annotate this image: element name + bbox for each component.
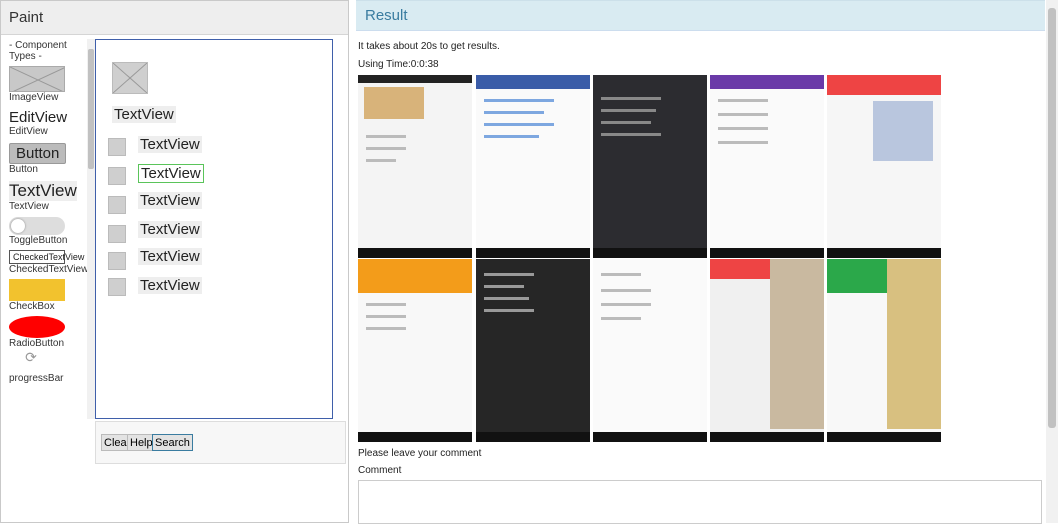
result-screenshot[interactable]: [710, 259, 824, 442]
canvas-textview[interactable]: TextView: [138, 248, 202, 265]
result-screenshot[interactable]: [593, 259, 707, 442]
radiobutton-sample[interactable]: [9, 316, 65, 338]
palette-item-togglebutton[interactable]: ToggleButton: [9, 235, 95, 246]
result-screenshot[interactable]: [476, 75, 590, 258]
tool-bar: Clear Help Search: [95, 421, 346, 464]
result-panel: Result It takes about 20s to get results…: [356, 0, 1045, 524]
progress-spinner-icon[interactable]: ⟳: [9, 349, 53, 373]
paint-panel: Paint - Component Types - ImageView Edit…: [0, 0, 349, 523]
result-screenshot[interactable]: [593, 75, 707, 258]
search-button[interactable]: Search: [152, 434, 193, 451]
canvas-textview[interactable]: TextView: [138, 221, 202, 238]
canvas-image-icon[interactable]: [108, 167, 126, 185]
canvas-image-icon[interactable]: [108, 138, 126, 156]
toggle-sample[interactable]: [9, 217, 65, 235]
result-screenshot[interactable]: [710, 75, 824, 258]
page-scrollbar[interactable]: [1046, 0, 1058, 523]
canvas-image-icon[interactable]: [108, 278, 126, 296]
result-screenshot[interactable]: [827, 75, 941, 258]
button-sample[interactable]: Button: [9, 143, 67, 164]
component-palette[interactable]: - Component Types - ImageView EditView E…: [9, 39, 96, 419]
page-scroll-thumb[interactable]: [1048, 8, 1056, 428]
result-screenshot[interactable]: [358, 75, 472, 258]
imageview-sample-icon[interactable]: [9, 66, 65, 92]
canvas-textview[interactable]: TextView: [138, 277, 202, 294]
textview-sample[interactable]: TextView: [9, 181, 77, 201]
result-screenshot[interactable]: [827, 259, 941, 442]
checkbox-sample[interactable]: [9, 279, 65, 301]
palette-scrollbar[interactable]: [87, 39, 95, 419]
canvas-textview[interactable]: TextView: [112, 106, 176, 123]
canvas-imageview-icon[interactable]: [112, 62, 148, 94]
canvas-image-icon[interactable]: [108, 225, 126, 243]
comment-label: Comment: [358, 465, 402, 476]
palette-group-label: - Component Types -: [9, 40, 67, 62]
editview-sample[interactable]: EditView: [9, 109, 95, 126]
palette-item-progressbar[interactable]: progressBar: [9, 373, 95, 384]
palette-item-button[interactable]: Button: [9, 164, 95, 175]
palette-item-checkedtextview[interactable]: CheckedTextView: [9, 264, 95, 275]
timing-note: It takes about 20s to get results.: [358, 41, 500, 52]
palette-item-imageview[interactable]: ImageView: [9, 92, 95, 103]
comment-prompt: Please leave your comment: [358, 448, 482, 459]
canvas-textview[interactable]: TextView: [138, 136, 202, 153]
palette-item-editview[interactable]: EditView: [9, 126, 95, 137]
palette-item-checkbox[interactable]: CheckBox: [9, 301, 95, 312]
palette-item-textview[interactable]: TextView: [9, 201, 95, 212]
palette-item-radiobutton[interactable]: RadioButton: [9, 338, 95, 349]
canvas-image-icon[interactable]: [108, 196, 126, 214]
canvas-textview[interactable]: TextView: [138, 192, 202, 209]
palette-scroll-thumb[interactable]: [88, 49, 94, 169]
comment-textarea[interactable]: [358, 480, 1042, 524]
elapsed-time: Using Time:0:0:38: [358, 59, 439, 70]
result-screenshot[interactable]: [358, 259, 472, 442]
design-canvas[interactable]: TextView TextView TextView TextView Text…: [95, 39, 333, 419]
result-screenshot[interactable]: [476, 259, 590, 442]
canvas-textview-selected[interactable]: TextView: [138, 164, 204, 183]
checked-textview-sample[interactable]: CheckedTextView: [9, 250, 84, 264]
result-header: Result: [356, 1, 1045, 31]
canvas-image-icon[interactable]: [108, 252, 126, 270]
paint-header: Paint: [1, 1, 348, 35]
